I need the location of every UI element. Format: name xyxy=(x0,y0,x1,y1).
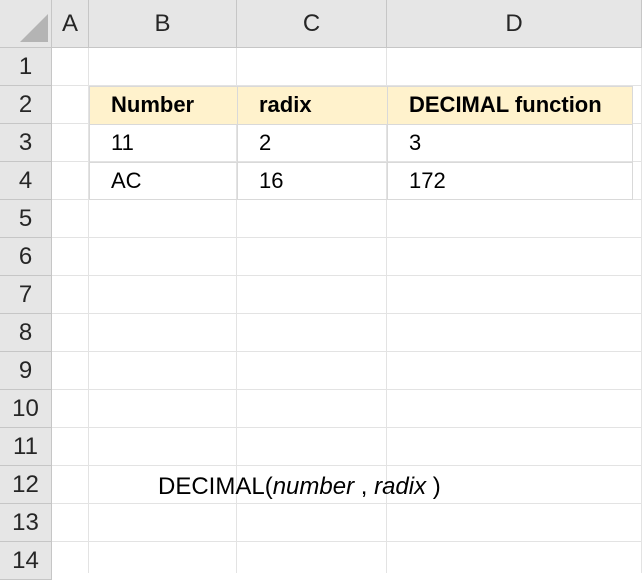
row-header-14[interactable]: 14 xyxy=(0,542,52,580)
gridline xyxy=(52,541,642,542)
gridline xyxy=(52,351,642,352)
gridline xyxy=(52,389,642,390)
row-header-12[interactable]: 12 xyxy=(0,466,52,504)
cell-b4[interactable]: AC xyxy=(89,162,237,200)
cell-c2-header[interactable]: radix xyxy=(237,86,387,124)
row-header-5[interactable]: 5 xyxy=(0,200,52,238)
row-header-6[interactable]: 6 xyxy=(0,238,52,276)
row-header-4[interactable]: 4 xyxy=(0,162,52,200)
row-header-13[interactable]: 13 xyxy=(0,504,52,542)
cell-b2-header[interactable]: Number xyxy=(89,86,237,124)
syntax-arg-number: number xyxy=(272,473,355,500)
column-header-d[interactable]: D xyxy=(387,0,642,48)
row-header-3[interactable]: 3 xyxy=(0,124,52,162)
syntax-arg-radix: radix xyxy=(374,473,427,500)
column-header-a[interactable]: A xyxy=(52,0,89,48)
cell-d2-header[interactable]: DECIMAL function xyxy=(387,86,632,124)
syntax-separator: , xyxy=(354,473,375,500)
cell-b3[interactable]: 11 xyxy=(89,124,237,162)
row-header-1[interactable]: 1 xyxy=(0,48,52,86)
cell-c4[interactable]: 16 xyxy=(237,162,387,200)
syntax-suffix: ) xyxy=(426,473,441,500)
function-syntax-text: DECIMAL(number , radix ) xyxy=(158,468,441,506)
row-header-10[interactable]: 10 xyxy=(0,390,52,428)
syntax-prefix: DECIMAL( xyxy=(158,473,273,500)
row-header-11[interactable]: 11 xyxy=(0,428,52,466)
gridline xyxy=(52,427,642,428)
table-border xyxy=(632,86,633,200)
select-all-triangle-icon xyxy=(20,14,48,42)
gridline xyxy=(52,465,642,466)
gridline xyxy=(52,237,642,238)
row-header-7[interactable]: 7 xyxy=(0,276,52,314)
row-header-8[interactable]: 8 xyxy=(0,314,52,352)
cell-d4[interactable]: 172 xyxy=(387,162,632,200)
row-header-9[interactable]: 9 xyxy=(0,352,52,390)
select-all-button[interactable] xyxy=(0,0,52,48)
cell-c3[interactable]: 2 xyxy=(237,124,387,162)
cell-d3[interactable]: 3 xyxy=(387,124,632,162)
column-header-b[interactable]: B xyxy=(89,0,237,48)
gridline xyxy=(52,275,642,276)
gridline xyxy=(52,313,642,314)
row-header-2[interactable]: 2 xyxy=(0,86,52,124)
column-header-c[interactable]: C xyxy=(237,0,387,48)
